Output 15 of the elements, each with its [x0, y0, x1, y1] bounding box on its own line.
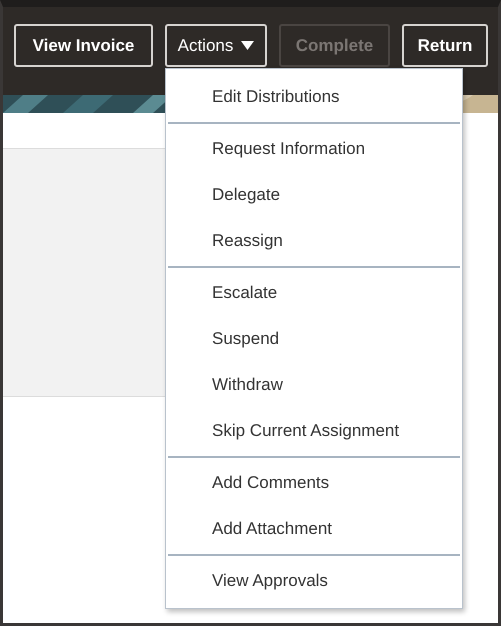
- menu-item[interactable]: Delegate: [212, 182, 280, 208]
- menu-item[interactable]: Suspend: [212, 326, 280, 352]
- menu-item[interactable]: Escalate: [212, 280, 278, 306]
- menu-item[interactable]: Request Information: [212, 136, 366, 162]
- toolbar-button[interactable]: Return: [402, 24, 488, 67]
- menu-item[interactable]: Skip Current Assignment: [212, 418, 400, 444]
- menu-item[interactable]: Edit Distributions: [212, 84, 340, 110]
- menu-item[interactable]: Withdraw: [212, 372, 283, 398]
- menu-item[interactable]: View Approvals: [212, 568, 328, 594]
- actions-menu-button[interactable]: Actions: [165, 24, 267, 67]
- menu-item[interactable]: Reassign: [212, 228, 283, 254]
- toolbar-button[interactable]: View Invoice: [14, 24, 153, 67]
- menu-item[interactable]: Add Comments: [212, 470, 330, 496]
- menu-item[interactable]: Add Attachment: [212, 516, 332, 542]
- caret-down-icon: [241, 41, 254, 50]
